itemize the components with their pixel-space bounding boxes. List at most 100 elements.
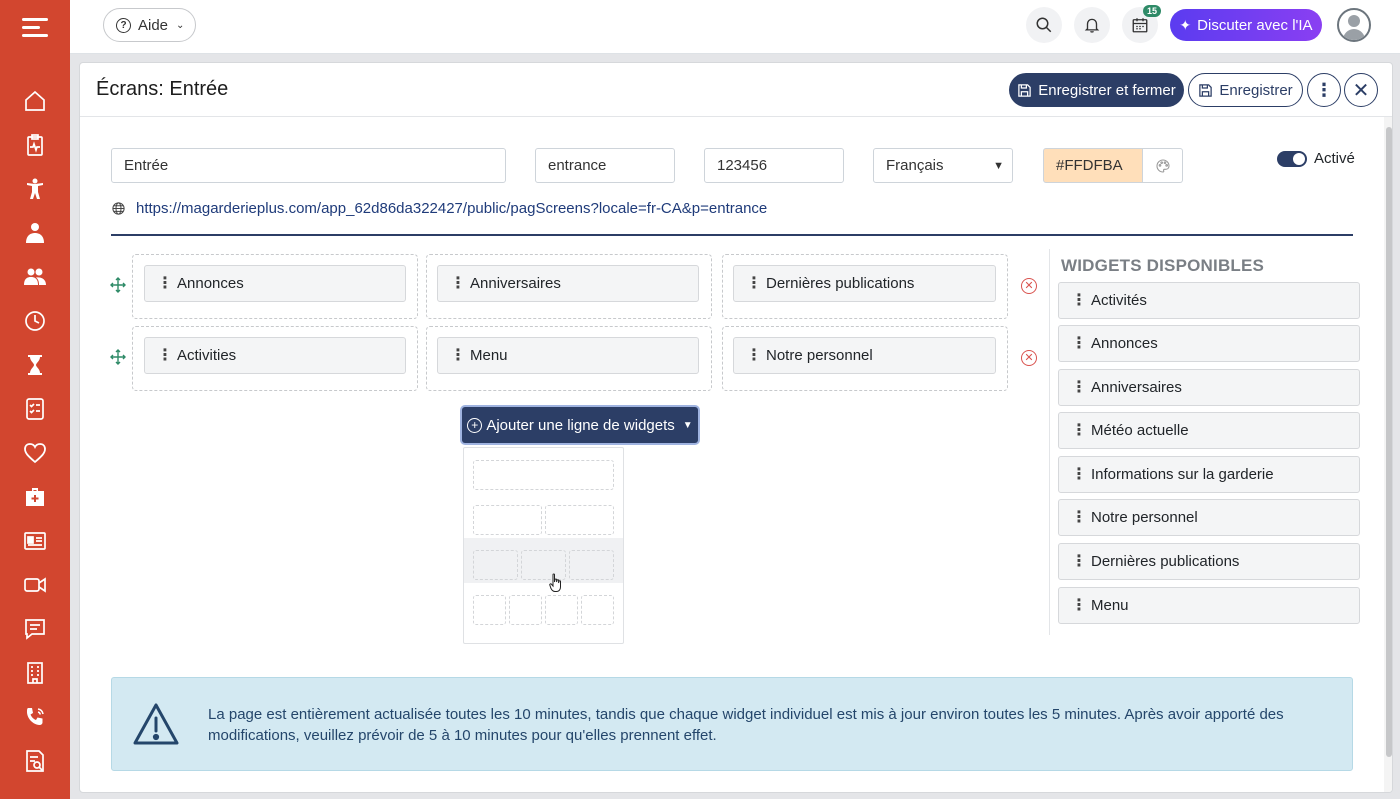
active-toggle[interactable] <box>1277 151 1307 167</box>
calendar-badge: 15 <box>1142 5 1161 17</box>
drag-handle-icon: ⋮ <box>746 346 762 364</box>
available-widget[interactable]: ⋮ Activités <box>1058 282 1360 319</box>
page-title: Écrans: Entrée <box>96 78 229 100</box>
child-icon[interactable] <box>22 176 48 202</box>
phone-icon[interactable] <box>22 704 48 730</box>
language-value: Français <box>886 157 944 174</box>
user-avatar[interactable] <box>1337 8 1371 42</box>
move-row-icon[interactable] <box>110 277 126 293</box>
add-widget-row-button[interactable]: + Ajouter une ligne de widgets ▼ <box>462 407 698 443</box>
row-widget[interactable]: ⋮ Activities <box>144 337 406 374</box>
row-widget[interactable]: ⋮ Anniversaires <box>437 265 699 302</box>
scrollbar-thumb[interactable] <box>1386 127 1392 757</box>
remove-row-icon[interactable]: ✕ <box>1021 350 1037 366</box>
available-widget[interactable]: ⋮ Météo actuelle <box>1058 412 1360 449</box>
sparkle-icon: ✦ <box>1179 16 1192 33</box>
row-widget[interactable]: ⋮ Annonces <box>144 265 406 302</box>
report-icon[interactable] <box>22 748 48 774</box>
help-button[interactable]: ? Aide ⌄ <box>103 8 196 42</box>
sidebar <box>0 0 70 799</box>
save-label: Enregistrer <box>1219 81 1293 99</box>
more-options-button[interactable]: ⋮ <box>1307 73 1341 107</box>
available-widget-label: Météo actuelle <box>1091 422 1189 439</box>
chevron-down-icon: ⌄ <box>176 19 185 31</box>
save-icon <box>1018 83 1031 97</box>
heart-icon[interactable] <box>22 440 48 466</box>
staff-icon[interactable] <box>22 220 48 246</box>
available-widget[interactable]: ⋮ Dernières publications <box>1058 543 1360 580</box>
bell-icon <box>1084 18 1100 33</box>
screen-code-input[interactable]: 123456 <box>704 148 844 183</box>
drag-handle-icon: ⋮ <box>157 274 173 292</box>
video-icon[interactable] <box>22 572 48 598</box>
row-widget-label: Notre personnel <box>766 347 873 364</box>
move-row-icon[interactable] <box>110 349 126 365</box>
refresh-info-alert: La page est entièrement actualisée toute… <box>111 677 1353 771</box>
save-button[interactable]: Enregistrer <box>1188 73 1303 107</box>
available-widget[interactable]: ⋮ Anniversaires <box>1058 369 1360 406</box>
plus-circle-icon: + <box>467 417 483 433</box>
ai-chat-label: Discuter avec l'IA <box>1197 16 1313 34</box>
available-widget-label: Notre personnel <box>1091 509 1198 526</box>
screen-name-input[interactable]: Entrée <box>111 148 506 183</box>
color-input[interactable]: #FFDFBA <box>1043 148 1143 183</box>
calendar-button[interactable]: 15 <box>1122 5 1161 43</box>
group-icon[interactable] <box>22 264 48 290</box>
row-widget[interactable]: ⋮ Menu <box>437 337 699 374</box>
building-icon[interactable] <box>22 660 48 686</box>
row-widget[interactable]: ⋮ Dernières publications <box>733 265 996 302</box>
drag-handle-icon: ⋮ <box>1071 552 1087 570</box>
notifications-button[interactable] <box>1074 7 1110 43</box>
close-button[interactable]: ✕ <box>1344 73 1378 107</box>
globe-icon <box>112 202 125 215</box>
color-picker-button[interactable] <box>1143 148 1183 183</box>
id-card-icon[interactable] <box>22 528 48 554</box>
language-select[interactable]: Français ▼ <box>873 148 1013 183</box>
modal-scrollbar[interactable] <box>1384 117 1392 792</box>
layout-option-4-columns[interactable] <box>464 583 623 628</box>
row-widget-label: Activities <box>177 347 237 364</box>
active-label: Activé <box>1314 150 1355 167</box>
row-layout-dropdown <box>463 447 624 644</box>
chevron-down-icon: ▼ <box>993 159 1004 172</box>
ai-chat-button[interactable]: ✦ Discuter avec l'IA <box>1170 9 1322 41</box>
save-and-close-label: Enregistrer et fermer <box>1038 81 1176 99</box>
drag-handle-icon: ⋮ <box>1071 291 1087 309</box>
search-button[interactable] <box>1026 7 1062 43</box>
drag-handle-icon: ⋮ <box>746 274 762 292</box>
public-url-link[interactable]: https://magarderieplus.com/app_62d86da32… <box>136 200 767 217</box>
hamburger-menu-icon[interactable] <box>22 16 50 38</box>
layout-option-2-columns[interactable] <box>464 493 623 538</box>
screen-slug-input[interactable]: entrance <box>535 148 675 183</box>
available-widget[interactable]: ⋮ Annonces <box>1058 325 1360 362</box>
hourglass-icon[interactable] <box>22 352 48 378</box>
panel-divider <box>1049 249 1050 635</box>
checklist-icon[interactable] <box>22 396 48 422</box>
available-widget[interactable]: ⋮ Informations sur la garderie <box>1058 456 1360 493</box>
available-widget-label: Activités <box>1091 292 1147 309</box>
available-widget-label: Menu <box>1091 597 1129 614</box>
clipboard-pulse-icon[interactable] <box>22 132 48 158</box>
drag-handle-icon: ⋮ <box>450 274 466 292</box>
clock-icon[interactable] <box>22 308 48 334</box>
home-icon[interactable] <box>22 88 48 114</box>
color-value: #FFDFBA <box>1056 157 1123 174</box>
layout-option-3-columns[interactable] <box>464 538 623 583</box>
hand-cursor-icon <box>549 573 561 592</box>
public-url[interactable]: https://magarderieplus.com/app_62d86da32… <box>111 200 767 217</box>
row-widget[interactable]: ⋮ Notre personnel <box>733 337 996 374</box>
layout-option-1-column[interactable] <box>464 448 623 493</box>
remove-row-icon[interactable]: ✕ <box>1021 278 1037 294</box>
available-widget-label: Informations sur la garderie <box>1091 466 1274 483</box>
caret-down-icon: ▼ <box>682 419 693 431</box>
vertical-dots-icon: ⋮ <box>1315 79 1333 100</box>
available-widget-label: Annonces <box>1091 335 1158 352</box>
save-and-close-button[interactable]: Enregistrer et fermer <box>1009 73 1184 107</box>
calendar-icon <box>1132 18 1148 33</box>
medical-kit-icon[interactable] <box>22 484 48 510</box>
available-widget[interactable]: ⋮ Notre personnel <box>1058 499 1360 536</box>
add-widget-row-label: Ajouter une ligne de widgets <box>486 416 675 434</box>
drag-handle-icon: ⋮ <box>1071 378 1087 396</box>
available-widget[interactable]: ⋮ Menu <box>1058 587 1360 624</box>
chat-icon[interactable] <box>22 616 48 642</box>
